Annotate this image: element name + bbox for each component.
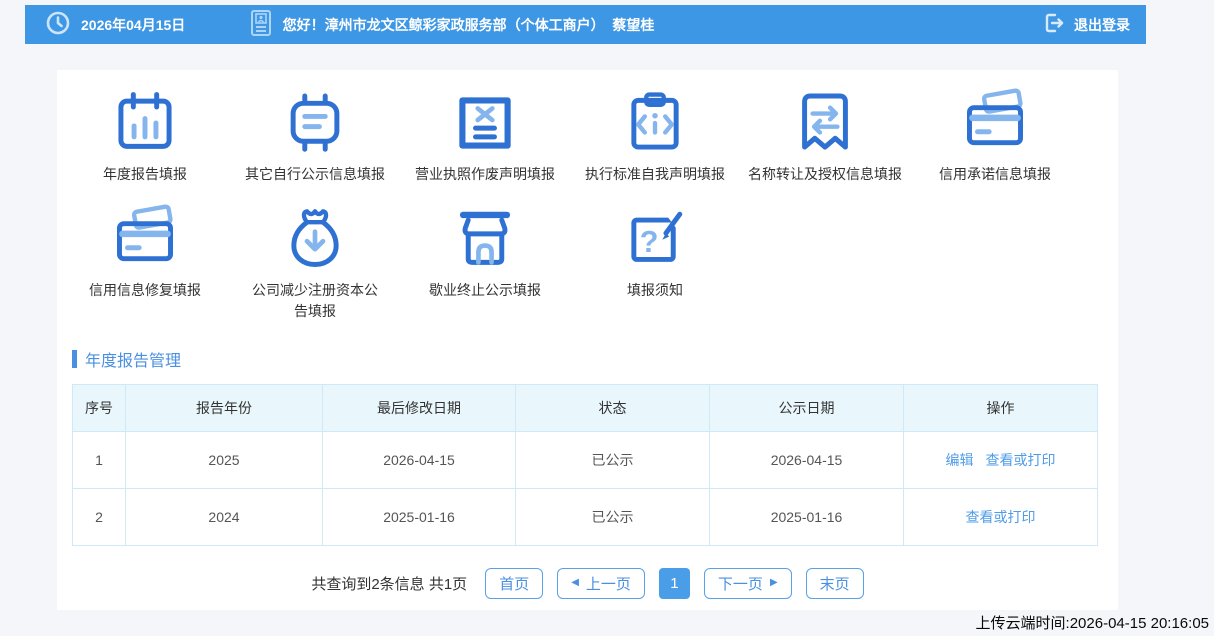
- section-header: 年度报告管理: [72, 347, 1118, 371]
- menu-item-credit-commitment[interactable]: 信用承诺信息填报: [910, 88, 1080, 184]
- cell-year: 2024: [126, 488, 323, 545]
- view-print-link[interactable]: 查看或打印: [966, 509, 1036, 525]
- view-print-link[interactable]: 查看或打印: [986, 452, 1056, 468]
- table-row: 1 2025 2026-04-15 已公示 2026-04-15 编辑查看或打印: [73, 431, 1098, 488]
- pagination: 共查询到2条信息 共1页 首页 ◀ 上一页 1 下一页 ▶ 末页: [57, 568, 1118, 599]
- last-page-label: 末页: [820, 573, 850, 594]
- logout-button[interactable]: 退出登录: [1042, 11, 1130, 38]
- col-header-index: 序号: [73, 384, 126, 431]
- svg-text:?: ?: [640, 225, 659, 259]
- credit-card-icon: [960, 88, 1030, 158]
- prev-page-button[interactable]: ◀ 上一页: [557, 568, 645, 599]
- menu-item-label: 信用信息修复填报: [89, 280, 201, 300]
- annual-report-table: 序号 报告年份 最后修改日期 状态 公示日期 操作 1 2025 2026-04…: [72, 384, 1098, 546]
- menu-item-label: 其它自行公示信息填报: [245, 164, 385, 184]
- menu-item-name-transfer[interactable]: 名称转让及授权信息填报: [740, 88, 910, 184]
- menu-item-label: 公司减少注册资本公告填报: [251, 280, 379, 321]
- menu-item-label: 填报须知: [627, 280, 683, 300]
- logout-icon: [1042, 11, 1066, 38]
- top-bar: 2026年04月15日 您好！漳州市龙文区鲸彩家政服务部（个体工商户） 蔡望桂 …: [25, 5, 1146, 44]
- question-note-icon: ?: [620, 204, 690, 274]
- cell-actions: 编辑查看或打印: [904, 431, 1098, 488]
- menu-item-filing-notice[interactable]: ? 填报须知: [570, 204, 740, 321]
- col-header-actions: 操作: [904, 384, 1098, 431]
- credit-repair-card-icon: [110, 204, 180, 274]
- cell-status: 已公示: [516, 488, 710, 545]
- next-page-label: 下一页: [718, 573, 763, 594]
- menu-item-credit-repair[interactable]: 信用信息修复填报: [60, 204, 230, 321]
- col-header-modified: 最后修改日期: [323, 384, 516, 431]
- license-void-icon: [450, 88, 520, 158]
- cell-published: 2026-04-15: [710, 431, 904, 488]
- logout-label: 退出登录: [1074, 15, 1130, 35]
- result-summary: 共查询到2条信息 共1页: [311, 573, 467, 594]
- function-menu: 年度报告填报 其它自行公示信息填报: [57, 70, 1118, 321]
- cell-year: 2025: [126, 431, 323, 488]
- bulletin-board-icon: [280, 88, 350, 158]
- clock-icon: [45, 10, 71, 39]
- prev-page-label: 上一页: [586, 573, 631, 594]
- menu-item-label: 歇业终止公示填报: [429, 280, 541, 300]
- first-page-label: 首页: [499, 573, 529, 594]
- menu-item-capital-reduction[interactable]: 公司减少注册资本公告填报: [230, 204, 400, 321]
- table-header-row: 序号 报告年份 最后修改日期 状态 公示日期 操作: [73, 384, 1098, 431]
- menu-item-label: 执行标准自我声明填报: [585, 164, 725, 184]
- cell-actions: 查看或打印: [904, 488, 1098, 545]
- id-badge-icon: [225, 0, 272, 56]
- menu-row-2: 信用信息修复填报 公司减少注册资本公告填报: [60, 204, 1118, 321]
- table-row: 2 2024 2025-01-16 已公示 2025-01-16 查看或打印: [73, 488, 1098, 545]
- menu-item-license-void[interactable]: 营业执照作废声明填报: [400, 88, 570, 184]
- right-triangle-icon: ▶: [770, 578, 778, 588]
- cell-index: 2: [73, 488, 126, 545]
- menu-item-label: 营业执照作废声明填报: [415, 164, 555, 184]
- date-group: 2026年04月15日: [45, 10, 185, 39]
- next-page-button[interactable]: 下一页 ▶: [704, 568, 792, 599]
- menu-item-label: 年度报告填报: [103, 164, 187, 184]
- shop-icon: [450, 204, 520, 274]
- cell-modified: 2026-04-15: [323, 431, 516, 488]
- col-header-published: 公示日期: [710, 384, 904, 431]
- menu-item-label: 信用承诺信息填报: [939, 164, 1051, 184]
- col-header-status: 状态: [516, 384, 710, 431]
- calendar-report-icon: [110, 88, 180, 158]
- menu-item-standard-declaration[interactable]: 执行标准自我声明填报: [570, 88, 740, 184]
- col-header-year: 报告年份: [126, 384, 323, 431]
- section-title: 年度报告管理: [85, 347, 181, 371]
- cell-status: 已公示: [516, 431, 710, 488]
- cell-index: 1: [73, 431, 126, 488]
- menu-item-label: 名称转让及授权信息填报: [748, 164, 902, 184]
- upload-time-text: 上传云端时间:2026-04-15 20:16:05: [976, 612, 1209, 633]
- current-page-button[interactable]: 1: [659, 568, 690, 599]
- first-page-button[interactable]: 首页: [485, 568, 543, 599]
- current-date: 2026年04月15日: [81, 15, 185, 35]
- clipboard-code-icon: [620, 88, 690, 158]
- cell-published: 2025-01-16: [710, 488, 904, 545]
- greeting-group: 您好！漳州市龙文区鲸彩家政服务部（个体工商户） 蔡望桂: [225, 0, 654, 56]
- cell-modified: 2025-01-16: [323, 488, 516, 545]
- menu-item-business-closure[interactable]: 歇业终止公示填报: [400, 204, 570, 321]
- edit-link[interactable]: 编辑: [946, 452, 974, 468]
- main-card: 年度报告填报 其它自行公示信息填报: [57, 70, 1118, 610]
- left-triangle-icon: ◀: [571, 578, 579, 588]
- money-bag-icon: [280, 204, 350, 274]
- menu-item-annual-report[interactable]: 年度报告填报: [60, 88, 230, 184]
- transfer-ribbon-icon: [790, 88, 860, 158]
- menu-row-1: 年度报告填报 其它自行公示信息填报: [60, 88, 1118, 184]
- menu-item-other-publicity[interactable]: 其它自行公示信息填报: [230, 88, 400, 184]
- user-greeting: 您好！漳州市龙文区鲸彩家政服务部（个体工商户） 蔡望桂: [283, 15, 655, 35]
- section-accent-bar: [72, 350, 77, 368]
- last-page-button[interactable]: 末页: [806, 568, 864, 599]
